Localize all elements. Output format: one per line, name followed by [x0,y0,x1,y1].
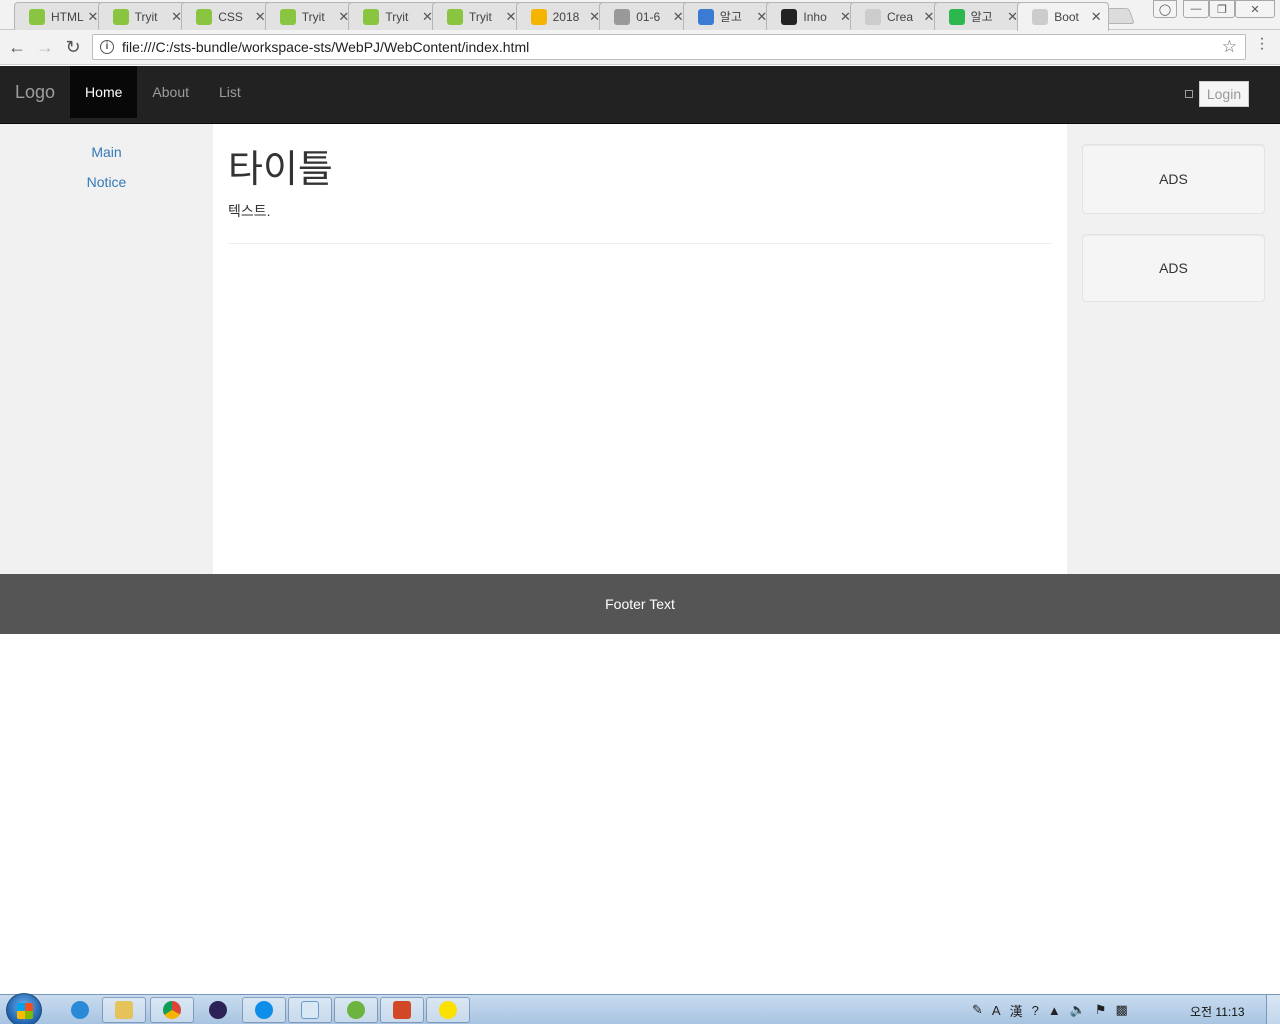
chrome-icon[interactable] [150,997,194,1023]
browser-tab[interactable]: 2018 ✕ [515,2,608,30]
forward-button[interactable]: → [34,36,56,58]
footer-text: Footer Text [605,596,675,612]
web-page: Logo Home About List Login Main Notice 타… [0,66,1280,994]
w3schools-icon [279,8,296,25]
page-icon [865,8,881,25]
tab-title: Tryit [385,9,409,24]
file-explorer-icon[interactable] [102,997,146,1023]
teamviewer-icon[interactable] [242,997,286,1023]
tab-title: Tryit [134,9,158,24]
tab-title: Tryit [301,9,325,24]
browser-toolbar: ← → ↻ i file:///C:/sts-bundle/workspace-… [0,30,1280,65]
browser-tabstrip: HTML ✕ Tryit ✕ CSS ✕ Tryit ✕ Tryit ✕ Tryit ✕ 2018 ✕ 01… [0,0,1280,31]
page-title: 타이틀 [228,147,333,191]
w3schools-icon [196,8,213,25]
site-logo[interactable]: Logo [0,66,70,118]
login-button[interactable]: Login [1199,81,1249,107]
github-icon [781,8,798,25]
minimize-icon[interactable]: — [1183,0,1209,18]
tab-title: Inho [803,9,827,24]
browser-tab[interactable]: HTML ✕ [14,2,106,30]
w3schools-icon [29,8,45,25]
nav-home[interactable]: Home [70,66,138,118]
code-icon [697,8,714,25]
tray-expand-icon[interactable]: ▲ [1048,1003,1061,1018]
tab-title: Boot [1054,10,1079,24]
sidebar-link-notice[interactable]: Notice [87,174,127,190]
tab-title: 01-6 [636,9,661,24]
clock[interactable]: 오전 11:13 [1190,1003,1245,1020]
main-content: 타이틀 텍스트. [213,124,1067,574]
ad-box: ADS [1082,144,1265,214]
page-icon [1032,9,1049,25]
browser-menu-icon[interactable]: · · · [1254,31,1270,57]
help-icon[interactable]: ? [1032,1003,1039,1018]
show-desktop-button[interactable] [1266,995,1280,1024]
divider [228,243,1052,244]
w3schools-icon [447,8,463,25]
address-bar[interactable]: i file:///C:/sts-bundle/workspace-sts/We… [92,34,1246,60]
browser-tab[interactable]: Tryit ✕ [97,2,190,30]
back-button[interactable]: ← [6,36,28,58]
tab-title: HTML [51,9,84,24]
w3schools-icon [363,8,380,25]
info-icon[interactable]: i [100,40,114,54]
google-drive-icon [530,8,547,25]
browser-tab[interactable]: Tryit ✕ [264,2,357,30]
left-sidebar: Main Notice [0,124,213,574]
eclipse-icon[interactable] [196,997,240,1023]
kakaotalk-icon[interactable] [426,997,470,1023]
tab-title: CSS [218,9,243,24]
browser-tab[interactable]: Tryit ✕ [348,2,441,30]
volume-icon[interactable]: 🔈 [1070,1002,1086,1018]
network-icon[interactable]: ▩ [1116,1002,1128,1018]
powerpoint-icon[interactable] [380,997,424,1023]
ime-pen-icon[interactable]: ✎ [972,1002,983,1018]
user-icon[interactable]: ◯ [1153,0,1177,18]
restore-icon[interactable]: ❐ [1209,0,1235,18]
browser-tab[interactable]: 알고 ✕ [682,2,775,30]
nav-about[interactable]: About [137,66,204,118]
b-icon [948,8,965,25]
browser-tab[interactable]: 알고 ✕ [933,2,1026,30]
browser-tab[interactable]: CSS ✕ [181,2,274,30]
ime-mode-indicator[interactable]: A [992,1003,1001,1018]
spring-tool-suite-icon[interactable] [334,997,378,1023]
sidebar-link-main[interactable]: Main [91,144,121,160]
browser-tab[interactable]: Tryit ✕ [432,2,524,30]
start-button[interactable] [6,993,42,1024]
action-center-flag-icon[interactable]: ⚑ [1095,1002,1107,1018]
tab-title: Tryit [469,9,492,24]
paint-icon[interactable] [288,997,332,1023]
internet-explorer-icon[interactable] [58,997,102,1023]
url-text[interactable]: file:///C:/sts-bundle/workspace-sts/WebP… [122,39,529,55]
nav-right: Login [1185,81,1249,107]
browser-tab[interactable]: Boot ✕ [1017,2,1110,31]
tab-title: 알고 [719,10,742,24]
ad-box: ADS [1082,234,1265,302]
browser-tab[interactable]: Inho ✕ [766,2,859,30]
close-icon[interactable]: ✕ [1235,0,1275,18]
browser-tab[interactable]: Crea ✕ [850,2,942,30]
tab-close-icon[interactable]: ✕ [1090,9,1102,25]
site-navbar: Logo Home About List Login [0,66,1280,124]
w3schools-icon [112,8,129,25]
content-row: Main Notice 타이틀 텍스트. ADS ADS [0,124,1280,574]
hanja-indicator[interactable]: 漢 [1010,1001,1023,1020]
reload-button[interactable]: ↻ [62,36,84,58]
page-text: 텍스트. [228,203,271,219]
nav-list[interactable]: List [204,66,256,118]
right-sidebar: ADS ADS [1067,124,1280,574]
wikidocs-icon [614,8,631,25]
bookmark-star-icon[interactable]: ☆ [1222,37,1237,57]
login-icon [1185,90,1193,98]
tab-title: 알고 [970,10,993,24]
windows-taskbar: ✎ A 漢 ? ▲ 🔈 ⚑ ▩ 오전 11:13 [0,993,1280,1024]
site-footer: Footer Text [0,574,1280,634]
tab-title: 2018 [552,9,580,24]
tab-title: Crea [887,9,914,24]
system-tray: ✎ A 漢 ? ▲ 🔈 ⚑ ▩ [972,995,1137,1024]
browser-tab[interactable]: 01-6 ✕ [599,2,692,30]
